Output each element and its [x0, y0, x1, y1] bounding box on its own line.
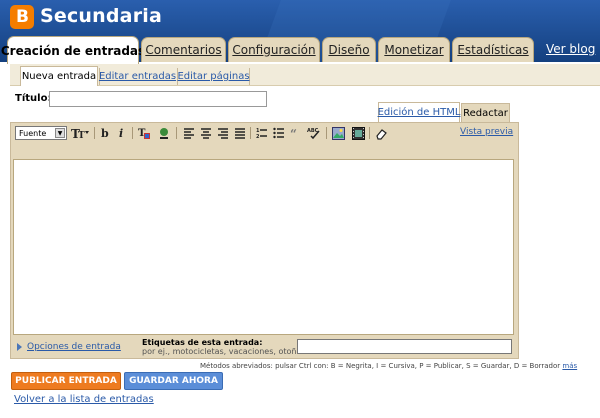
subtab-editar-paginas[interactable]: Editar páginas — [177, 68, 250, 85]
blog-title: Secundaria — [40, 5, 163, 27]
svg-text:2: 2 — [256, 134, 260, 139]
text-size-icon[interactable]: TT — [71, 126, 91, 140]
toolbar-separator — [132, 127, 133, 139]
tab-configuracion[interactable]: Configuración — [228, 37, 320, 62]
back-to-posts-link[interactable]: Volver a la lista de entradas — [14, 394, 154, 405]
italic-icon[interactable]: i — [115, 126, 129, 140]
align-right-icon[interactable] — [216, 126, 230, 140]
svg-text:“: “ — [290, 127, 297, 139]
chevron-down-icon: ▼ — [55, 128, 65, 138]
title-label: Título: — [15, 93, 52, 104]
blogger-logo-icon[interactable]: B — [10, 5, 34, 29]
shortcuts-text: Métodos abreviados: pulsar Ctrl con: B =… — [200, 362, 561, 370]
font-select[interactable]: Fuente ▼ — [15, 126, 67, 140]
post-body-editor[interactable] — [13, 159, 514, 335]
image-icon[interactable] — [331, 126, 345, 140]
tab-diseno[interactable]: Diseño — [322, 37, 376, 62]
tab-creacion-de-entradas[interactable]: Creación de entradas — [1, 36, 145, 64]
justify-icon[interactable] — [233, 126, 247, 140]
labels-hint: por ej., motocicletas, vacaciones, otoño — [142, 347, 302, 356]
toolbar-separator — [369, 127, 370, 139]
labels-title: Etiquetas de esta entrada: — [142, 338, 263, 347]
subtab-editar-entradas[interactable]: Editar entradas — [99, 68, 176, 85]
blogger-post-editor: B Secundaria Creación de entradas Coment… — [0, 0, 600, 418]
publish-button[interactable]: PUBLICAR ENTRADA — [11, 372, 121, 390]
svg-text:i: i — [119, 127, 123, 140]
logo-letter: B — [16, 7, 29, 27]
highlight-icon[interactable] — [157, 126, 171, 140]
spellcheck-icon[interactable]: ABC — [307, 126, 321, 140]
toolbar-separator — [326, 127, 327, 139]
view-blog-link[interactable]: Ver blog — [546, 42, 595, 56]
toolbar-separator — [176, 127, 177, 139]
save-now-button[interactable]: GUARDAR AHORA — [124, 372, 223, 390]
svg-text:T: T — [78, 131, 85, 140]
video-icon[interactable] — [351, 126, 365, 140]
blockquote-icon[interactable]: “ — [289, 126, 303, 140]
bullet-list-icon[interactable] — [272, 126, 286, 140]
tab-comentarios[interactable]: Comentarios — [141, 37, 226, 62]
align-left-icon[interactable] — [182, 126, 196, 140]
tab-monetizar[interactable]: Monetizar — [378, 37, 450, 62]
subtab-nueva-entrada[interactable]: Nueva entrada — [20, 66, 98, 86]
numbered-list-icon[interactable]: 12 — [255, 126, 269, 140]
eraser-icon[interactable] — [374, 126, 388, 140]
shortcuts-more-link[interactable]: más — [562, 362, 577, 370]
title-input[interactable] — [49, 91, 267, 107]
shortcuts-hint: Métodos abreviados: pulsar Ctrl con: B =… — [200, 362, 577, 370]
svg-text:b: b — [101, 127, 109, 140]
tab-redactar[interactable]: Redactar — [461, 103, 510, 122]
triangle-right-icon[interactable] — [17, 343, 22, 351]
align-center-icon[interactable] — [199, 126, 213, 140]
preview-link[interactable]: Vista previa — [460, 127, 513, 137]
tab-edicion-html[interactable]: Edición de HTML — [378, 102, 460, 122]
font-select-value: Fuente — [19, 128, 47, 138]
post-options-link[interactable]: Opciones de entrada — [27, 342, 121, 352]
text-color-icon[interactable]: T — [137, 126, 151, 140]
tab-estadisticas[interactable]: Estadísticas — [452, 37, 534, 62]
bold-icon[interactable]: b — [98, 126, 112, 140]
toolbar-separator — [94, 127, 95, 139]
toolbar-separator — [250, 127, 251, 139]
labels-input[interactable] — [297, 339, 512, 354]
